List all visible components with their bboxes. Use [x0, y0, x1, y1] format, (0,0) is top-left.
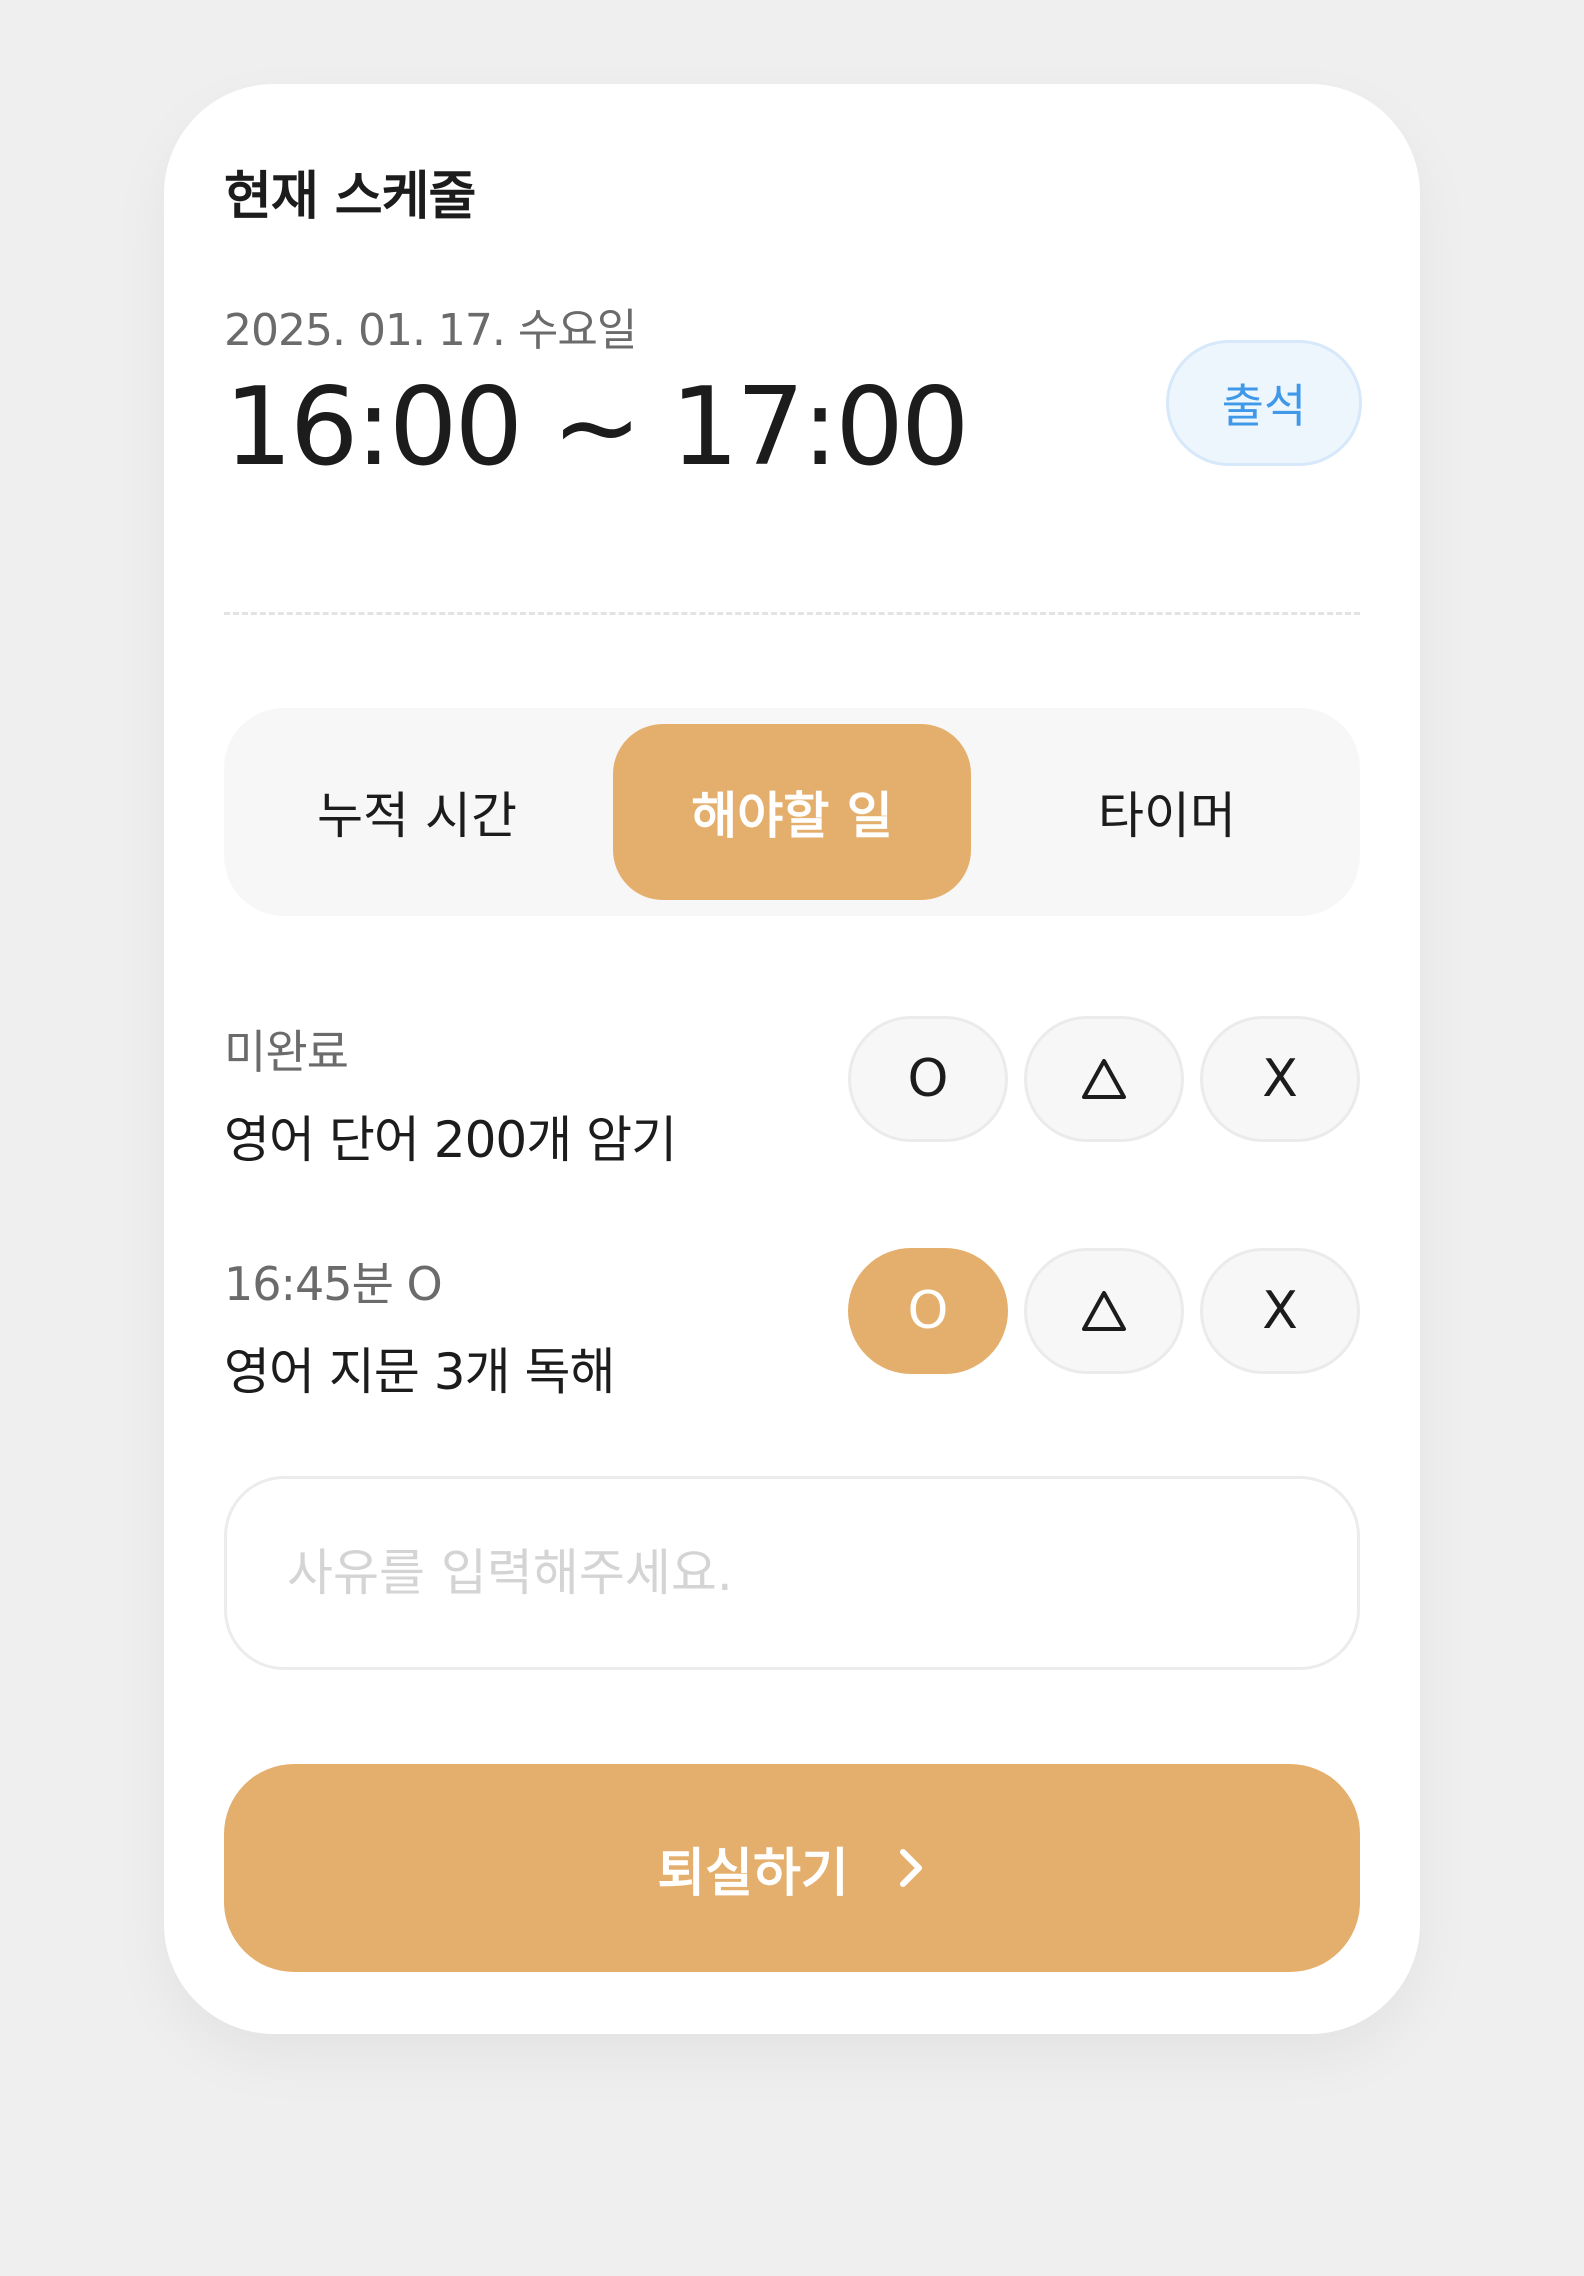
- tab-accumulated-time[interactable]: 누적 시간: [238, 724, 596, 900]
- triangle-icon: [1082, 1059, 1126, 1099]
- task-item: 16:45분 O 영어 지문 3개 독해 O X: [224, 1248, 1360, 1401]
- task-name: 영어 단어 200개 암기: [224, 1111, 677, 1169]
- attend-button[interactable]: 출석: [1166, 340, 1362, 466]
- eval-x-button[interactable]: X: [1200, 1016, 1360, 1142]
- task-name: 영어 지문 3개 독해: [224, 1343, 615, 1401]
- eval-x-button[interactable]: X: [1200, 1248, 1360, 1374]
- reason-input[interactable]: [224, 1476, 1360, 1670]
- leave-button-label: 퇴실하기: [657, 1843, 849, 1904]
- eval-o-button[interactable]: O: [848, 1016, 1008, 1142]
- triangle-icon: [1082, 1291, 1126, 1331]
- tab-bar: 누적 시간 해야할 일 타이머: [224, 708, 1360, 916]
- task-item: 미완료 영어 단어 200개 암기 O X: [224, 1016, 1360, 1169]
- task-status: 미완료: [224, 1025, 349, 1079]
- schedule-time-range: 16:00 ~ 17:00: [224, 365, 970, 490]
- schedule-date: 2025. 01. 17. 수요일: [224, 305, 637, 356]
- task-status: 16:45분 O: [224, 1257, 443, 1311]
- chevron-right-icon: [899, 1849, 922, 1887]
- eval-triangle-button[interactable]: [1024, 1016, 1184, 1142]
- tab-timer[interactable]: 타이머: [988, 724, 1346, 900]
- eval-triangle-button[interactable]: [1024, 1248, 1184, 1374]
- divider: [224, 612, 1360, 615]
- schedule-card: 현재 스케줄 2025. 01. 17. 수요일 16:00 ~ 17:00 출…: [164, 84, 1420, 2034]
- eval-o-button[interactable]: O: [848, 1248, 1008, 1374]
- leave-button[interactable]: 퇴실하기: [224, 1764, 1360, 1972]
- card-title: 현재 스케줄: [224, 167, 476, 227]
- tab-todo[interactable]: 해야할 일: [613, 724, 971, 900]
